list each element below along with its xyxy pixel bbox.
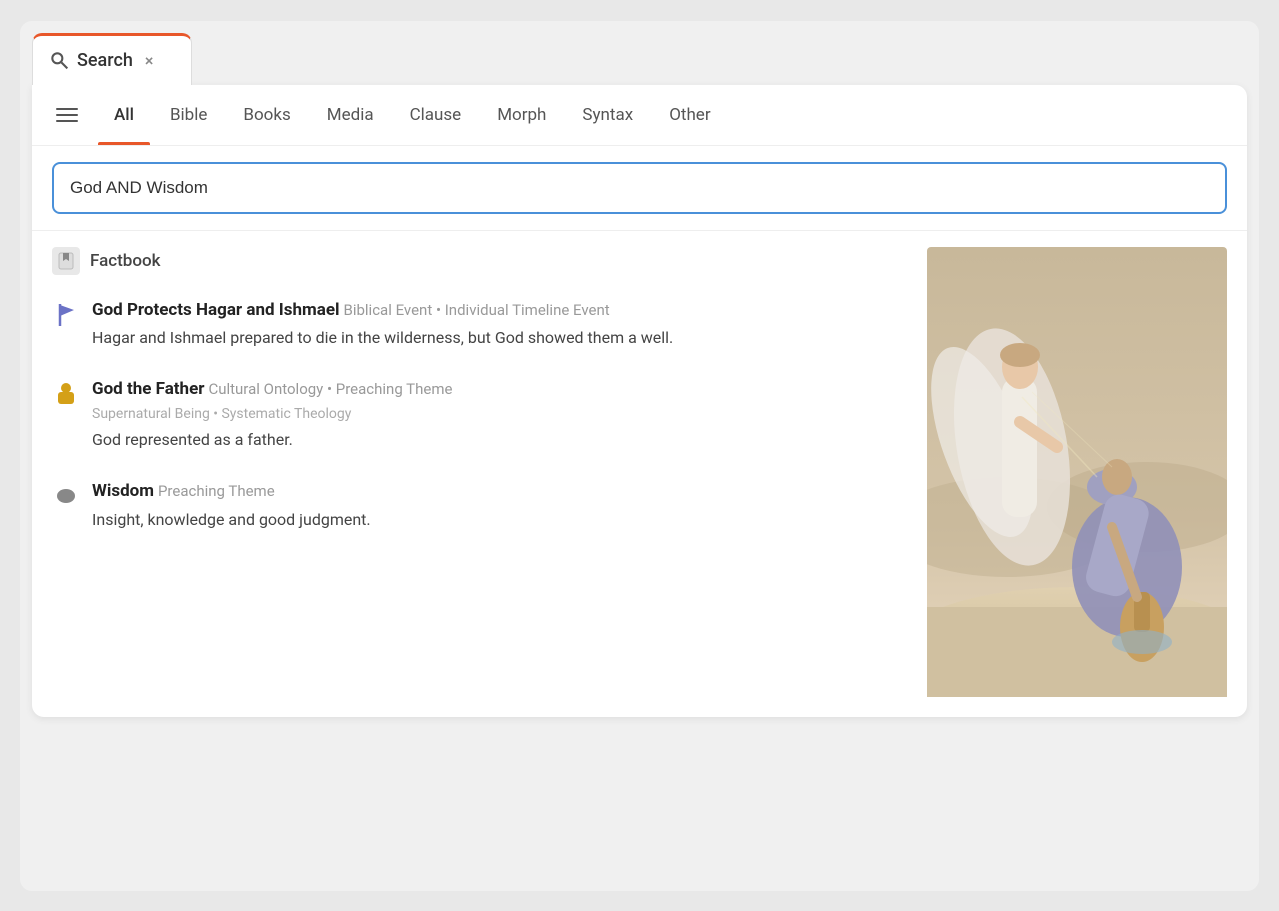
result-desc-father: God represented as a father.: [92, 428, 907, 452]
hamburger-button[interactable]: [52, 88, 94, 142]
search-input[interactable]: [52, 162, 1227, 214]
result-title-row-wisdom: Wisdom Preaching Theme: [92, 480, 907, 504]
results-area: Factbook God Protects Hagar and Ishmael: [32, 231, 1247, 717]
factbook-label: Factbook: [90, 251, 161, 271]
main-panel: All Bible Books Media Clause Morph Synta…: [32, 85, 1247, 717]
flag-icon: [56, 303, 76, 327]
search-icon: [49, 50, 69, 70]
search-tab[interactable]: Search ×: [32, 33, 192, 85]
result-content-wisdom: Wisdom Preaching Theme Insight, knowledg…: [92, 480, 907, 532]
filter-tabs-row: All Bible Books Media Clause Morph Synta…: [32, 85, 1247, 146]
result-content-father: God the Father Cultural Ontology • Preac…: [92, 378, 907, 452]
chat-bubble-icon: [55, 485, 77, 507]
result-item-hagar[interactable]: God Protects Hagar and Ishmael Biblical …: [52, 299, 907, 351]
filter-tab-bible[interactable]: Bible: [154, 85, 223, 145]
result-icon-chat: [52, 482, 80, 510]
filter-tab-all[interactable]: All: [98, 85, 150, 145]
tab-label: Search: [77, 50, 133, 71]
result-title-hagar: God Protects Hagar and Ishmael: [92, 300, 340, 320]
app-container: Search × All Bible Books Media Clause Mo…: [20, 21, 1259, 891]
hamburger-line-2: [56, 114, 78, 116]
results-list: Factbook God Protects Hagar and Ishmael: [52, 247, 907, 701]
result-icon-flag: [52, 301, 80, 329]
factbook-row[interactable]: Factbook: [52, 247, 907, 275]
filter-tab-morph[interactable]: Morph: [481, 85, 562, 145]
hamburger-line-1: [56, 108, 78, 110]
factbook-icon: [52, 247, 80, 275]
result-title-wisdom: Wisdom: [92, 481, 154, 501]
result-desc-wisdom: Insight, knowledge and good judgment.: [92, 508, 907, 532]
filter-tab-media[interactable]: Media: [311, 85, 390, 145]
result-thumbnail: [927, 247, 1227, 701]
result-title-father: God the Father: [92, 379, 204, 399]
tab-close-button[interactable]: ×: [145, 51, 154, 70]
tab-bar: Search ×: [32, 33, 1247, 85]
person-icon: [54, 382, 78, 406]
filter-tab-books[interactable]: Books: [227, 85, 306, 145]
result-item-wisdom[interactable]: Wisdom Preaching Theme Insight, knowledg…: [52, 480, 907, 532]
result-tags-hagar: Biblical Event • Individual Timeline Eve…: [343, 301, 609, 319]
hamburger-line-3: [56, 120, 78, 122]
result-title-row-father: God the Father Cultural Ontology • Preac…: [92, 378, 907, 402]
filter-tab-other[interactable]: Other: [653, 85, 726, 145]
filter-tab-syntax[interactable]: Syntax: [566, 85, 649, 145]
result-content-hagar: God Protects Hagar and Ishmael Biblical …: [92, 299, 907, 351]
result-tags-father: Cultural Ontology • Preaching Theme: [208, 380, 452, 398]
painting-image: [927, 247, 1227, 697]
result-subtitle-father: Supernatural Being • Systematic Theology: [92, 406, 907, 422]
result-icon-person: [52, 380, 80, 408]
search-input-area: [32, 146, 1247, 231]
result-title-row-hagar: God Protects Hagar and Ishmael Biblical …: [92, 299, 907, 323]
result-tags-wisdom: Preaching Theme: [158, 482, 275, 500]
bookmark-icon: [57, 252, 75, 270]
filter-tab-clause[interactable]: Clause: [394, 85, 478, 145]
result-desc-hagar: Hagar and Ishmael prepared to die in the…: [92, 326, 907, 350]
result-item-father[interactable]: God the Father Cultural Ontology • Preac…: [52, 378, 907, 452]
